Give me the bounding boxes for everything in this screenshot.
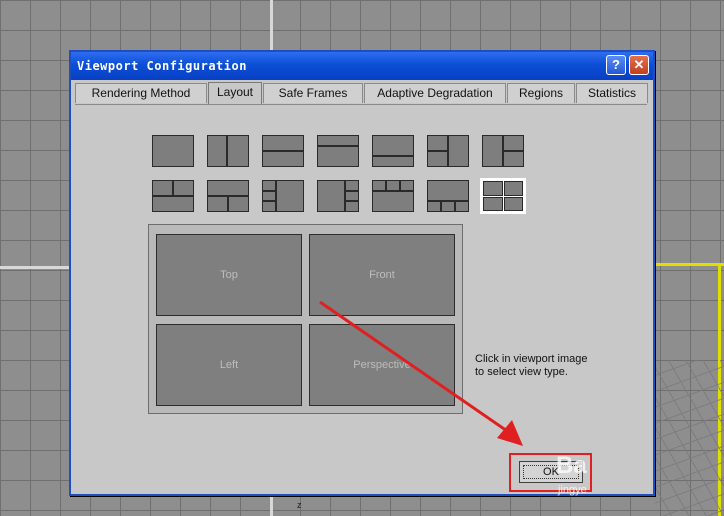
watermark-text: jingye [558,484,587,496]
annotation-arrow-head [497,420,523,446]
annotation-arrow-icon [319,300,523,446]
watermark-logo: Ba [556,452,587,479]
annotation-arrow-shaft [319,300,511,435]
